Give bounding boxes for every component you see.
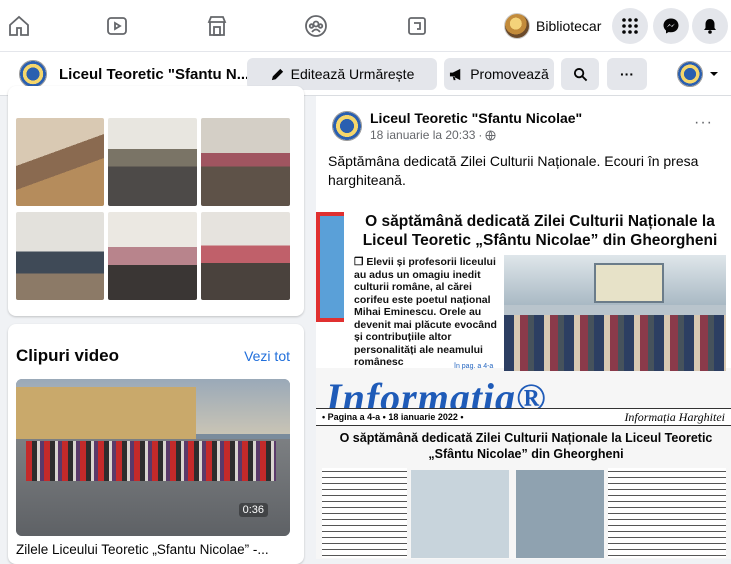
groups-icon[interactable] xyxy=(303,13,329,39)
messenger-button[interactable] xyxy=(653,8,689,44)
megaphone-icon xyxy=(450,68,461,80)
promote-button[interactable]: Promovează xyxy=(444,58,554,90)
video-caption[interactable]: Zilele Liceului Teoretic „Sfantu Nicolae… xyxy=(16,542,304,557)
marketplace-icon[interactable] xyxy=(204,13,230,39)
newspaper-strip: • Pagina a 4-a • 18 ianuarie 2022 • Info… xyxy=(316,408,731,426)
newspaper-column-text xyxy=(322,468,407,558)
video-crowd xyxy=(26,441,276,481)
newspaper-page-ref: în pag. a 4-a xyxy=(454,363,494,370)
newspaper-headline-2: O săptămână dedicată Zilei Culturii Nați… xyxy=(339,431,713,461)
newspaper-red-bar xyxy=(316,212,344,322)
newspaper-strip-right: Informația Harghitei xyxy=(624,410,725,424)
post-meta: 18 ianuarie la 20:33 · xyxy=(370,128,496,142)
search-icon xyxy=(573,67,587,81)
avatar xyxy=(504,13,530,39)
profile-name: Bibliotecar xyxy=(536,18,602,34)
see-all-link[interactable]: Vezi tot xyxy=(244,348,290,364)
photo-thumbnail[interactable] xyxy=(201,212,290,300)
photo-thumbnail[interactable] xyxy=(16,118,104,206)
video-building xyxy=(16,387,196,439)
video-icon[interactable] xyxy=(104,13,130,39)
photo-thumbnail[interactable] xyxy=(108,212,197,300)
page-logo[interactable] xyxy=(19,60,47,88)
newspaper-headline: O săptămână dedicată Zilei Culturii Nați… xyxy=(362,213,718,249)
account-avatar xyxy=(677,61,703,87)
post-author-avatar[interactable] xyxy=(332,111,362,141)
newspaper-body: ❒ Elevii și profesorii liceului au adus … xyxy=(354,256,497,368)
bell-icon xyxy=(704,19,716,34)
newspaper-front: O săptămână dedicată Zilei Culturii Nați… xyxy=(316,208,731,371)
menu-button[interactable] xyxy=(612,8,648,44)
promote-label: Promovează xyxy=(470,66,549,82)
post-author[interactable]: Liceul Teoretic "Sfantu Nicolae" xyxy=(370,110,582,126)
photo-board xyxy=(594,263,664,303)
menu-grid-icon xyxy=(622,18,638,34)
globe-icon xyxy=(485,129,496,141)
notifications-button[interactable] xyxy=(692,8,728,44)
more-button[interactable]: ··· xyxy=(607,58,647,90)
newspaper-column-text xyxy=(608,468,726,558)
gaming-icon[interactable] xyxy=(404,13,430,39)
newspaper-strip-left: • Pagina a 4-a • 18 ianuarie 2022 • xyxy=(322,412,464,422)
chevron-down-icon xyxy=(710,72,718,76)
newspaper-photo xyxy=(504,255,726,371)
photo-students xyxy=(504,315,726,371)
edit-follow-label: Editează Urmărește xyxy=(290,66,415,82)
photo-thumbnail[interactable] xyxy=(201,118,290,206)
video-duration: 0:36 xyxy=(238,503,268,517)
photo-thumbnail[interactable] xyxy=(108,118,197,206)
profile-chip[interactable]: Bibliotecar xyxy=(504,10,601,42)
post-date[interactable]: 18 ianuarie la 20:33 xyxy=(370,128,475,142)
home-icon[interactable] xyxy=(6,13,32,39)
messenger-icon xyxy=(663,18,679,34)
left-column: Clipuri video Vezi tot 0:36 Zilele Liceu… xyxy=(8,86,304,564)
pencil-icon xyxy=(271,68,283,80)
post-text: Săptămâna dedicată Zilei Culturii Națion… xyxy=(328,153,699,188)
account-switch-button[interactable] xyxy=(672,58,724,90)
newspaper-photo-2 xyxy=(411,470,509,558)
photos-card xyxy=(8,86,304,316)
post-card: Liceul Teoretic "Sfantu Nicolae" 18 ianu… xyxy=(316,96,731,559)
search-button[interactable] xyxy=(561,58,599,90)
page-name[interactable]: Liceul Teoretic "Sfantu N... xyxy=(59,66,249,83)
post-options-button[interactable]: ··· xyxy=(694,114,713,132)
newspaper-photo-3 xyxy=(516,470,604,558)
photo-thumbnail[interactable] xyxy=(16,212,104,300)
video-thumbnail[interactable]: 0:36 xyxy=(16,379,290,536)
post-image[interactable]: O săptămână dedicată Zilei Culturii Nați… xyxy=(316,208,731,559)
top-navigation-bar: Bibliotecar xyxy=(0,0,731,52)
more-label: ··· xyxy=(620,66,634,82)
clips-section-title: Clipuri video xyxy=(16,346,119,365)
